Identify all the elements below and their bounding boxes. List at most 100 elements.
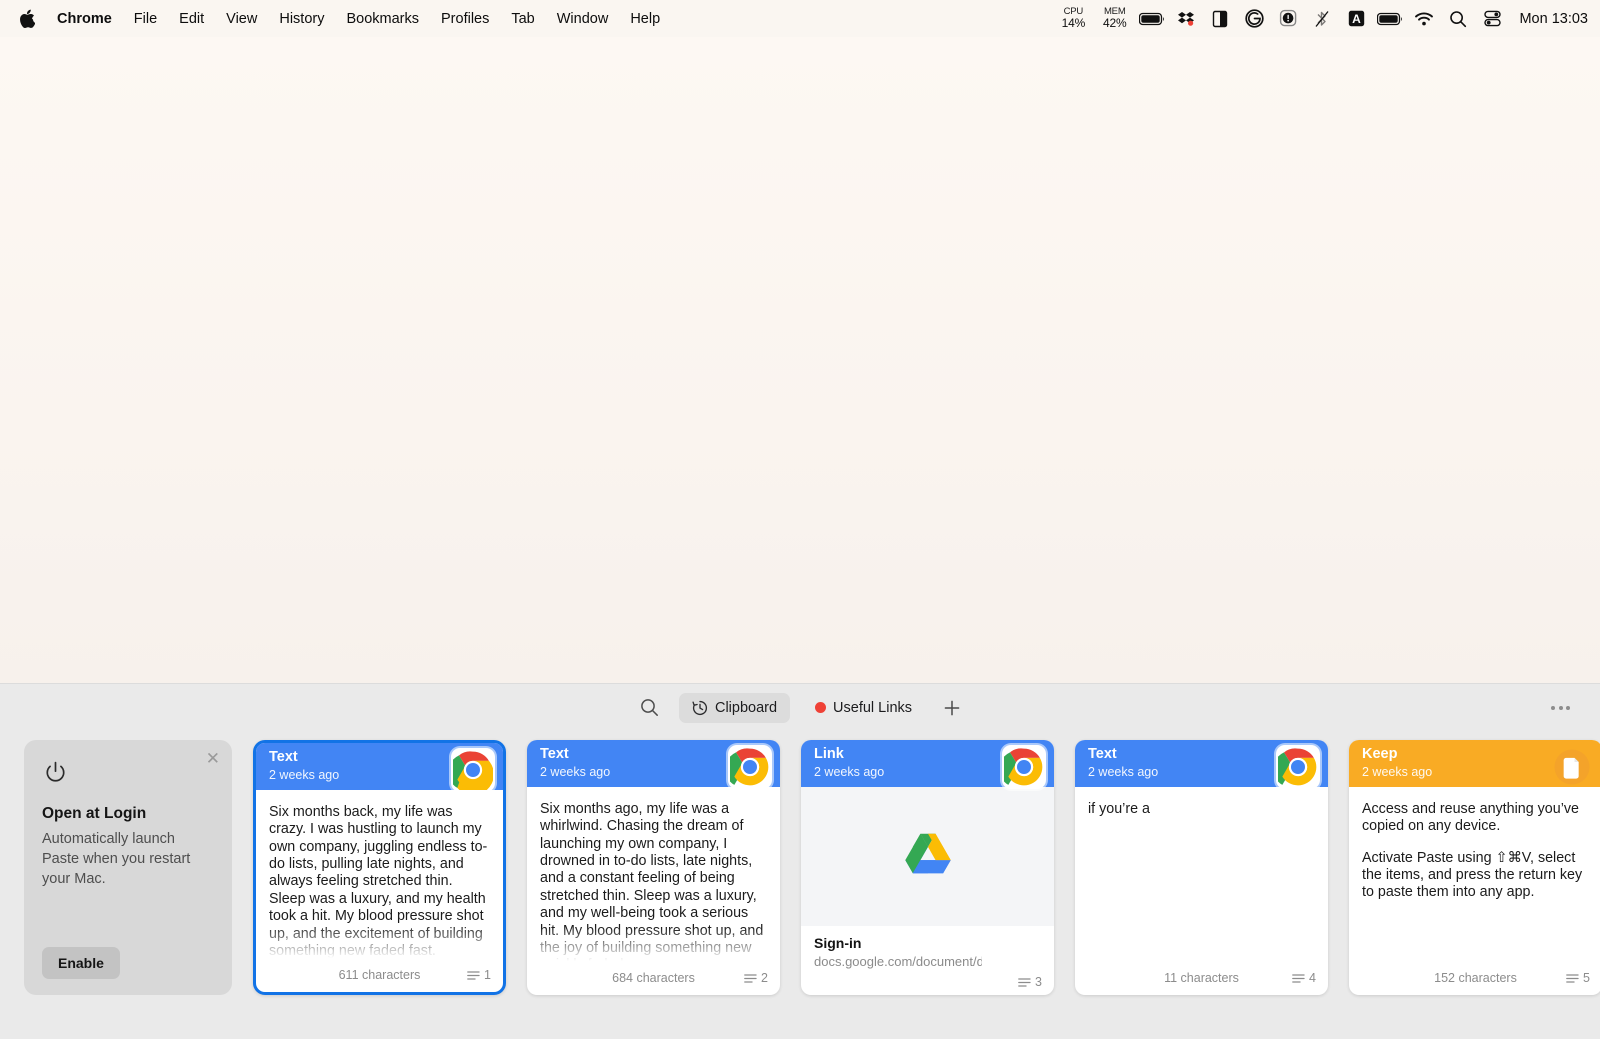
tab-useful-links[interactable]: Useful Links (802, 693, 925, 723)
link-url: docs.google.com/document/d/1nv (814, 954, 982, 969)
more-dot-3 (1566, 705, 1570, 710)
menu-bar: Chrome File Edit View History Bookmarks … (0, 0, 1600, 37)
battery-icon[interactable] (1135, 0, 1169, 37)
tab-useful-links-label: Useful Links (833, 699, 913, 716)
card-index-number: 2 (761, 971, 768, 985)
promo-title: Open at Login (42, 805, 147, 822)
search-icon[interactable] (633, 693, 667, 723)
promo-description: Automatically launch Paste when you rest… (42, 831, 191, 887)
chrome-icon (1276, 745, 1320, 789)
google-drive-icon (904, 833, 951, 880)
menu-item-file[interactable]: File (123, 8, 168, 30)
mem-stat[interactable]: MEM 42% (1103, 7, 1127, 31)
panel-toolbar: Clipboard Useful Links (0, 684, 1600, 731)
card-index: 5 (1566, 971, 1590, 985)
tab-clipboard[interactable]: Clipboard (678, 692, 791, 723)
card-body-text: Six months ago, my life was a whirlwind.… (527, 787, 780, 967)
more-dot-2 (1558, 705, 1563, 710)
card-footer: 11 characters 4 (1075, 967, 1328, 995)
paste-keep-icon (1550, 745, 1594, 789)
menu-item-help[interactable]: Help (619, 8, 671, 30)
more-dot-1 (1551, 705, 1555, 710)
enable-button[interactable]: Enable (42, 947, 120, 979)
card-index: 4 (1292, 971, 1316, 985)
clipboard-card[interactable]: Text 2 weeks ago Six months ago, my life… (527, 740, 780, 995)
card-footer: 684 characters 2 (527, 967, 780, 995)
card-footer: 611 characters 1 (256, 964, 503, 992)
clipboard-card[interactable]: Link 2 weeks ago Sign-in docs.google.com… (801, 740, 1054, 995)
card-header: Text 2 weeks ago (527, 740, 780, 789)
card-char-count: 11 characters (1164, 971, 1239, 985)
card-header: Keep 2 weeks ago (1349, 740, 1600, 787)
menu-item-view[interactable]: View (215, 8, 268, 30)
card-index: 3 (1018, 975, 1042, 989)
control-center-icon[interactable] (1475, 0, 1509, 37)
clipboard-card[interactable]: Text 2 weeks ago Six months back, my lif… (253, 740, 506, 995)
add-list-button[interactable] (937, 693, 967, 723)
menu-item-history[interactable]: History (268, 8, 335, 30)
card-index: 2 (744, 971, 768, 985)
contrast-icon[interactable] (1203, 0, 1237, 37)
battery-2-icon[interactable] (1373, 0, 1407, 37)
lines-icon (744, 973, 757, 983)
red-dot-icon (815, 702, 827, 713)
card-char-count: 684 characters (612, 971, 695, 985)
alert-badge-icon[interactable] (1271, 0, 1305, 37)
card-footer: 3 (801, 969, 1054, 995)
card-index-number: 4 (1309, 971, 1316, 985)
toolbar-center-group: Clipboard Useful Links (633, 692, 967, 723)
svg-text:A: A (1352, 12, 1361, 26)
grammarly-icon[interactable] (1237, 0, 1271, 37)
clipboard-card[interactable]: Keep 2 weeks ago Access and reuse anythi… (1349, 740, 1600, 995)
cpu-value: 14% (1061, 16, 1086, 31)
menu-item-tab[interactable]: Tab (500, 8, 545, 30)
menu-item-bookmarks[interactable]: Bookmarks (335, 8, 430, 30)
wifi-icon[interactable] (1407, 0, 1441, 37)
card-index: 1 (467, 968, 491, 982)
card-body-paragraph-2: Activate Paste using ⇧⌘V, select the ite… (1362, 849, 1583, 901)
lines-icon (1292, 973, 1305, 983)
menu-bar-status-area: CPU 14% MEM 42% A Mon 13:03 (1053, 0, 1600, 37)
menu-item-window[interactable]: Window (546, 8, 620, 30)
apple-logo-icon[interactable] (14, 0, 40, 37)
lines-icon (467, 970, 480, 980)
card-body-paragraph-1: Access and reuse anything you’ve copied … (1362, 801, 1579, 835)
input-source-a-icon[interactable]: A (1339, 0, 1373, 37)
menu-bar-items: Chrome File Edit View History Bookmarks … (0, 0, 671, 37)
link-title: Sign-in (814, 934, 862, 951)
card-index-number: 1 (484, 968, 491, 982)
menu-item-chrome[interactable]: Chrome (46, 8, 123, 30)
link-preview-area (801, 787, 1054, 926)
tab-clipboard-label: Clipboard (714, 699, 778, 716)
bluetooth-off-icon[interactable] (1305, 0, 1339, 37)
paste-clipboard-panel: Clipboard Useful Links ✕ Open at Login A… (0, 683, 1600, 1039)
card-char-count: 611 characters (338, 968, 421, 982)
open-at-login-promo-card[interactable]: ✕ Open at Login Automatically launch Pas… (24, 740, 232, 995)
menu-item-profiles[interactable]: Profiles (430, 8, 500, 30)
close-icon[interactable]: ✕ (206, 750, 220, 767)
power-icon (42, 760, 214, 792)
card-body-text: Six months back, my life was crazy. I wa… (256, 790, 503, 964)
card-char-count: 152 characters (1434, 971, 1517, 985)
menu-bar-clock[interactable]: Mon 13:03 (1519, 11, 1588, 27)
spotlight-search-icon[interactable] (1441, 0, 1475, 37)
menu-item-edit[interactable]: Edit (168, 8, 215, 30)
dropbox-icon[interactable] (1169, 0, 1203, 37)
card-header: Text 2 weeks ago (1075, 740, 1328, 789)
card-index-number: 3 (1035, 975, 1042, 989)
card-body-text: Access and reuse anything you’ve copied … (1349, 787, 1600, 967)
more-options-button[interactable] (1545, 700, 1576, 716)
clock-history-icon (692, 700, 708, 716)
clipboard-card[interactable]: Text 2 weeks ago if you’re a 11 characte… (1075, 740, 1328, 995)
mem-value: 42% (1103, 16, 1127, 31)
card-body-text: if you’re a (1088, 801, 1150, 817)
clipboard-card-strip[interactable]: ✕ Open at Login Automatically launch Pas… (0, 740, 1600, 1005)
cpu-stat[interactable]: CPU 14% (1061, 7, 1086, 31)
chrome-icon (1002, 745, 1046, 789)
card-header: Link 2 weeks ago (801, 740, 1054, 789)
chrome-icon (451, 748, 495, 792)
card-footer: 152 characters 5 (1349, 967, 1600, 995)
lines-icon (1566, 973, 1579, 983)
card-index-number: 5 (1583, 971, 1590, 985)
desktop-background (0, 37, 1600, 683)
